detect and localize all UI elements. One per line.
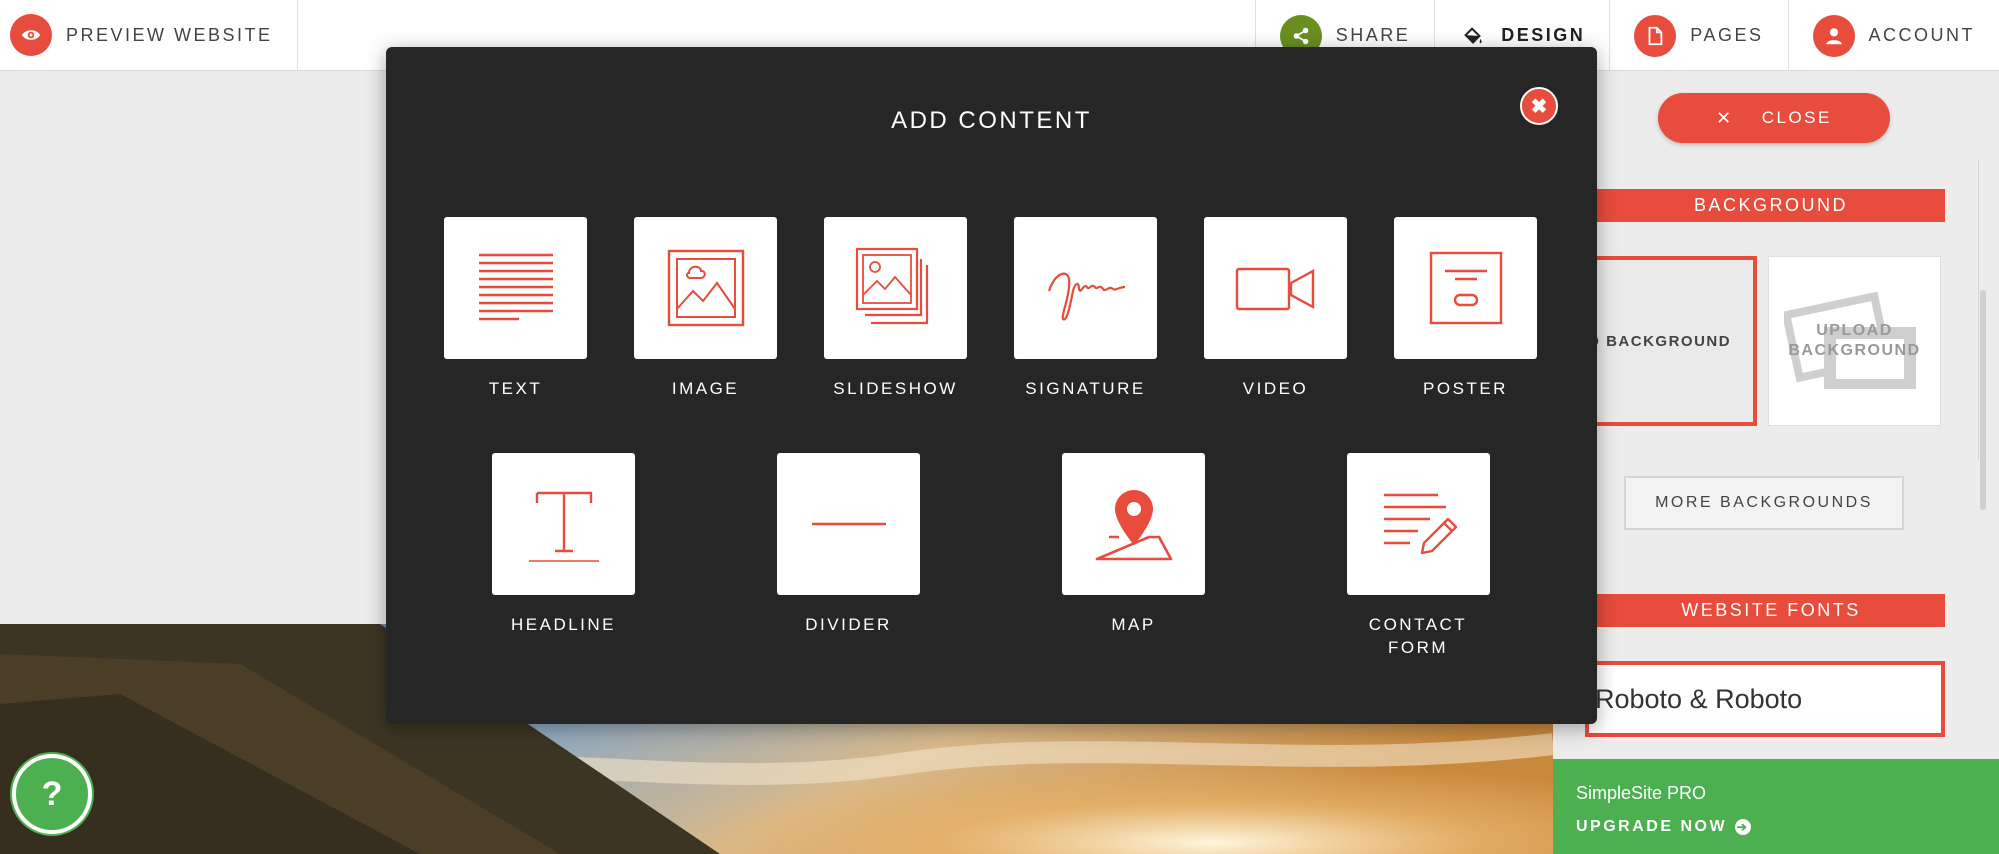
content-item-signature[interactable]: SIGNATURE xyxy=(1014,217,1157,400)
text-icon xyxy=(478,253,553,321)
content-item-label: DIVIDER xyxy=(805,615,892,634)
help-button[interactable]: ? xyxy=(12,754,92,834)
tile xyxy=(824,217,967,359)
content-item-label: TEXT xyxy=(488,379,543,398)
add-content-modal: ADD CONTENT ✖ TEXT IMAGE SLIDESHOW SIGNA… xyxy=(386,47,1597,724)
pro-upgrade-banner: SimpleSite PRO UPGRADE NOW ➔ xyxy=(1553,759,1999,854)
nav-pages-label: PAGES xyxy=(1690,25,1764,45)
video-icon xyxy=(1235,267,1314,311)
close-icon: ✕ xyxy=(1716,107,1734,128)
content-item-label: MAP xyxy=(1111,615,1156,634)
tile xyxy=(1394,217,1537,359)
scrollbar-thumb[interactable] xyxy=(1980,290,1986,510)
poster-icon xyxy=(1429,251,1502,325)
eye-icon xyxy=(10,14,52,56)
tile xyxy=(634,217,777,359)
content-item-divider[interactable]: DIVIDER xyxy=(777,453,920,636)
modal-close-button[interactable]: ✖ xyxy=(1520,87,1558,125)
content-item-headline[interactable]: HEADLINE xyxy=(492,453,635,636)
upgrade-now-link[interactable]: UPGRADE NOW ➔ xyxy=(1576,818,1999,836)
tile xyxy=(1014,217,1157,359)
nav-account-label: ACCOUNT xyxy=(1868,25,1975,45)
pro-title: SimpleSite PRO xyxy=(1576,783,1707,803)
preview-website-button[interactable]: PREVIEW WEBSITE xyxy=(0,0,298,71)
content-item-label: SLIDESHOW xyxy=(833,379,958,398)
content-item-poster[interactable]: POSTER xyxy=(1394,217,1537,400)
close-panel-label: CLOSE xyxy=(1761,108,1832,127)
page-icon xyxy=(1634,14,1677,57)
map-pin-icon xyxy=(1095,490,1172,561)
image-icon xyxy=(667,249,744,327)
content-item-label: HEADLINE xyxy=(510,615,617,634)
content-item-label: IMAGE xyxy=(671,379,740,398)
close-panel-button[interactable]: ✕ CLOSE xyxy=(1658,93,1890,143)
modal-title: ADD CONTENT xyxy=(891,107,1092,134)
background-heading: BACKGROUND xyxy=(1553,189,1945,222)
nav-pages[interactable]: PAGES xyxy=(1609,0,1787,71)
content-item-text[interactable]: TEXT xyxy=(444,217,587,400)
divider-icon xyxy=(811,522,886,526)
tile xyxy=(1204,217,1347,359)
content-item-label: POSTER xyxy=(1423,379,1508,398)
contact-form-icon xyxy=(1383,493,1457,555)
more-backgrounds-button[interactable]: MORE BACKGROUNDS xyxy=(1624,476,1904,530)
website-fonts-heading: WEBSITE FONTS xyxy=(1553,594,1945,627)
nav-design-label: DESIGN xyxy=(1501,25,1586,45)
content-item-label: SIGNATURE xyxy=(1025,379,1146,398)
content-item-contact-form[interactable]: CONTACT FORM xyxy=(1347,453,1490,659)
tile xyxy=(1062,453,1205,595)
signature-icon xyxy=(1047,272,1125,321)
content-item-label: VIDEO xyxy=(1242,379,1309,398)
font-selector[interactable]: Roboto & Roboto xyxy=(1585,661,1945,737)
nav-share-label: SHARE xyxy=(1335,25,1411,45)
content-item-video[interactable]: VIDEO xyxy=(1204,217,1347,400)
preview-website-label: PREVIEW WEBSITE xyxy=(66,24,273,45)
headline-icon xyxy=(528,491,599,562)
tile xyxy=(444,217,587,359)
content-item-slideshow[interactable]: SLIDESHOW xyxy=(824,217,967,400)
upgrade-now-label: UPGRADE NOW xyxy=(1576,818,1728,835)
upload-background-label: UPLOAD BACKGROUND xyxy=(1788,322,1921,359)
close-icon: ✖ xyxy=(1530,95,1548,118)
content-item-map[interactable]: MAP xyxy=(1062,453,1205,636)
tile xyxy=(777,453,920,595)
tile xyxy=(1347,453,1490,595)
content-item-label: CONTACT FORM xyxy=(1368,615,1468,657)
tile xyxy=(492,453,635,595)
no-background-label: NO BACKGROUND xyxy=(1574,332,1732,350)
content-item-image[interactable]: IMAGE xyxy=(634,217,777,400)
design-panel: ✕ CLOSE BACKGROUND NO BACKGROUND UPLOAD … xyxy=(1553,71,1999,854)
arrow-right-icon: ➔ xyxy=(1735,819,1752,835)
slideshow-icon xyxy=(855,247,928,325)
user-icon xyxy=(1812,14,1855,57)
upload-background-option[interactable]: UPLOAD BACKGROUND xyxy=(1768,256,1941,426)
nav-account[interactable]: ACCOUNT xyxy=(1787,0,1999,71)
